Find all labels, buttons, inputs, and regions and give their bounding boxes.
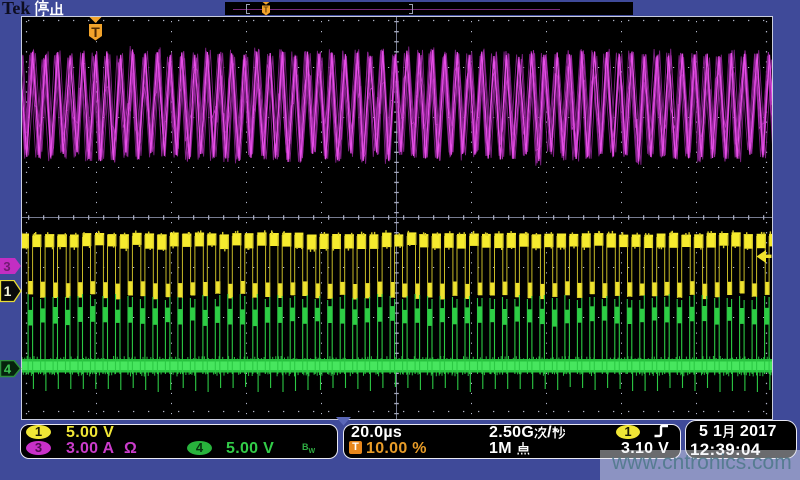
svg-text:3: 3 bbox=[3, 259, 10, 274]
svg-text:1: 1 bbox=[4, 283, 12, 299]
svg-text:4: 4 bbox=[4, 362, 12, 377]
svg-text:T: T bbox=[91, 24, 100, 40]
svg-text:T: T bbox=[264, 6, 269, 15]
